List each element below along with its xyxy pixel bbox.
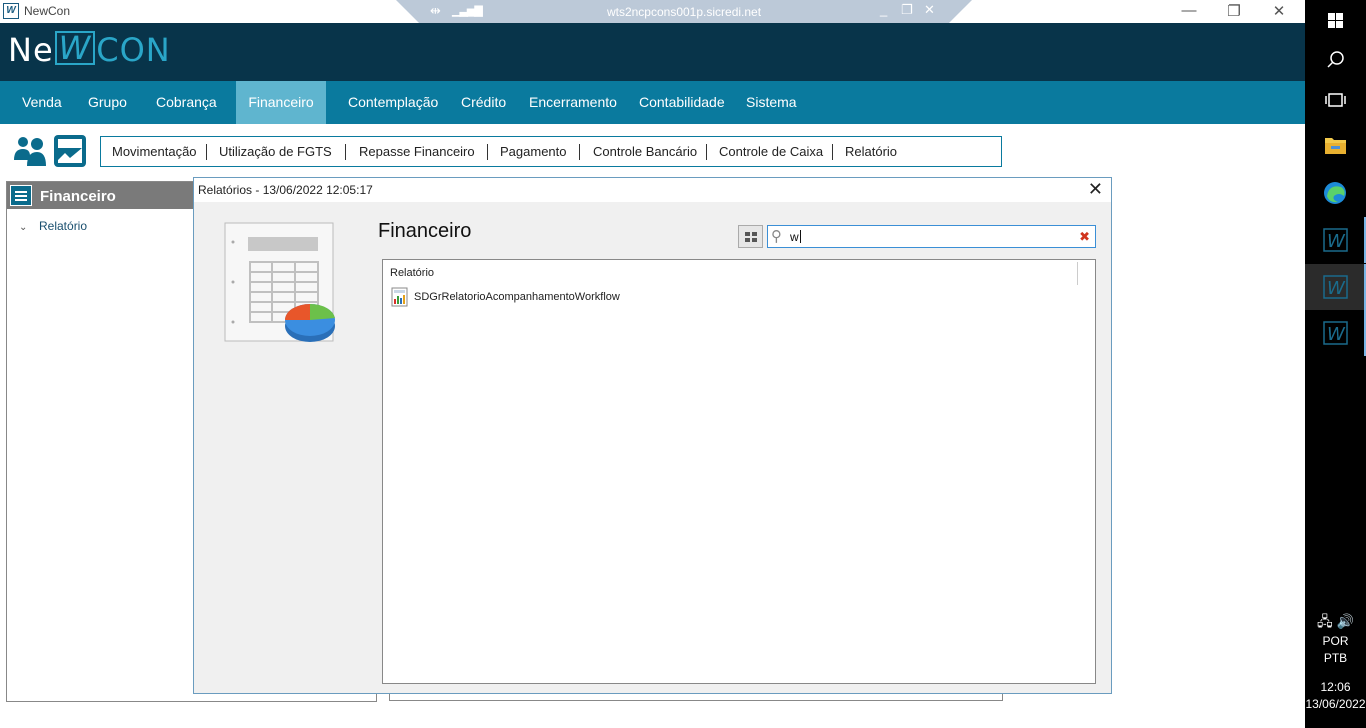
newcon-taskbar-button-3[interactable]: W — [1305, 310, 1366, 356]
left-panel-header: Financeiro — [7, 182, 194, 209]
nav-item-cobranca[interactable]: Cobrança — [156, 81, 217, 124]
nav-item-contemplacao[interactable]: Contemplação — [348, 81, 438, 124]
newcon-app-icon: W — [1323, 321, 1348, 345]
subnav-separator — [487, 144, 488, 160]
subnav-separator — [206, 144, 207, 160]
nav-item-encerramento[interactable]: Encerramento — [529, 81, 617, 124]
language-indicator-1[interactable]: POR — [1305, 634, 1366, 648]
subnav-separator — [706, 144, 707, 160]
svg-text:W: W — [1327, 231, 1346, 252]
app-logo-icon: W — [3, 3, 19, 19]
app-header: Ne W CON — [0, 23, 1305, 81]
clock-date[interactable]: 13/06/2022 — [1305, 697, 1366, 711]
window-title: NewCon — [24, 4, 71, 18]
search-value: w — [790, 230, 801, 244]
newcon-app-icon: W — [1323, 228, 1348, 252]
folder-icon — [1325, 138, 1346, 154]
newcon-taskbar-button-1[interactable]: W — [1305, 217, 1366, 263]
newcon-app-icon: W — [1323, 275, 1348, 299]
clear-search-icon[interactable]: ✖ — [1079, 229, 1090, 245]
nav-item-credito[interactable]: Crédito — [461, 81, 506, 124]
left-panel-title: Financeiro — [40, 188, 116, 205]
subnav-item-controle-caixa[interactable]: Controle de Caixa — [719, 144, 823, 159]
rdp-restore-button[interactable]: ❐ — [901, 2, 913, 18]
task-view-icon — [1325, 93, 1346, 107]
nav-item-financeiro[interactable]: Financeiro — [236, 81, 326, 124]
svg-text:W: W — [1327, 278, 1346, 299]
brand-logo: Ne W CON — [8, 31, 171, 69]
report-list: Relatório SDGrRelatorioAcompanhamentoWor… — [382, 259, 1096, 684]
subnav-item-repasse[interactable]: Repasse Financeiro — [359, 144, 475, 159]
subnav-item-movimentacao[interactable]: Movimentação — [112, 144, 197, 159]
brand-part-2: W — [54, 31, 96, 65]
tree-item-label: Relatório — [39, 219, 88, 233]
main-nav: Venda Grupo Cobrança Financeiro Contempl… — [0, 81, 1305, 124]
search-input[interactable]: ⚲ w ✖ — [767, 225, 1096, 248]
view-toggle-button[interactable] — [738, 225, 763, 248]
column-divider[interactable] — [1077, 262, 1078, 285]
dialog-titlebar: Relatórios - 13/06/2022 12:05:17 ✕ — [194, 178, 1111, 202]
rdp-minimize-button[interactable]: _ — [880, 2, 887, 17]
subnav-separator — [345, 144, 346, 160]
search-icon: ⚲ — [771, 228, 782, 245]
windows-taskbar: W W W 🖧 🔊 POR PTB 12:06 13/06/2022 — [1305, 0, 1366, 728]
brand-part-1: Ne — [8, 31, 54, 69]
subnav-item-pagamento[interactable]: Pagamento — [500, 144, 567, 159]
subnav-item-fgts[interactable]: Utilização de FGTS — [219, 144, 332, 159]
subnav-item-controle-bancario[interactable]: Controle Bancário — [593, 144, 697, 159]
relatorios-dialog: Relatórios - 13/06/2022 12:05:17 ✕ Finan… — [193, 177, 1112, 694]
file-explorer-button[interactable] — [1305, 122, 1366, 168]
subnav-item-relatorio[interactable]: Relatório — [845, 144, 897, 159]
list-item-label: SDGrRelatorioAcompanhamentoWorkflow — [414, 291, 620, 303]
nav-item-grupo[interactable]: Grupo — [88, 81, 127, 124]
newcon-taskbar-button-2[interactable]: W — [1305, 264, 1366, 310]
nav-item-sistema[interactable]: Sistema — [746, 81, 797, 124]
nav-item-contabilidade[interactable]: Contabilidade — [639, 81, 725, 124]
nav-item-venda[interactable]: Venda — [22, 81, 62, 124]
tray-icons[interactable]: 🖧 🔊 — [1305, 611, 1366, 635]
dialog-heading: Financeiro — [378, 220, 472, 242]
window-titlebar: W NewCon ⇹ ▁▃▅▇ wts2ncpcons001p.sicredi.… — [0, 0, 1305, 23]
tree-item-relatorio[interactable]: ⌄ Relatório — [19, 219, 87, 233]
users-icon[interactable] — [12, 134, 46, 171]
brand-part-3: CON — [96, 31, 171, 69]
sub-nav: Movimentação Utilização de FGTS Repasse … — [100, 136, 1002, 167]
calculator-icon[interactable] — [53, 134, 87, 171]
report-illustration — [224, 222, 336, 346]
report-file-icon — [390, 287, 410, 307]
list-column-header[interactable]: Relatório — [390, 267, 434, 279]
dialog-title: Relatórios - 13/06/2022 12:05:17 — [198, 183, 373, 197]
language-indicator-2[interactable]: PTB — [1305, 651, 1366, 665]
minimize-button[interactable]: — — [1174, 2, 1204, 19]
edge-button[interactable] — [1305, 170, 1366, 216]
subnav-separator — [832, 144, 833, 160]
close-button[interactable]: ✕ — [1264, 2, 1294, 20]
svg-text:W: W — [1327, 324, 1346, 345]
rdp-connection-bar: ⇹ ▁▃▅▇ wts2ncpcons001p.sicredi.net _ ❐ ✕ — [396, 0, 972, 23]
menu-icon[interactable] — [10, 185, 32, 206]
clock-time[interactable]: 12:06 — [1305, 680, 1366, 694]
rdp-close-button[interactable]: ✕ — [924, 2, 935, 18]
chevron-down-icon[interactable]: ⌄ — [19, 222, 39, 233]
network-icon[interactable]: 🖧 — [1317, 613, 1333, 629]
subnav-separator — [579, 144, 580, 160]
volume-icon[interactable]: 🔊 — [1337, 613, 1354, 629]
restore-button[interactable]: ❐ — [1219, 2, 1249, 20]
task-view-button[interactable] — [1305, 77, 1366, 123]
dialog-close-button[interactable]: ✕ — [1088, 179, 1103, 200]
edge-browser-icon — [1324, 182, 1346, 204]
